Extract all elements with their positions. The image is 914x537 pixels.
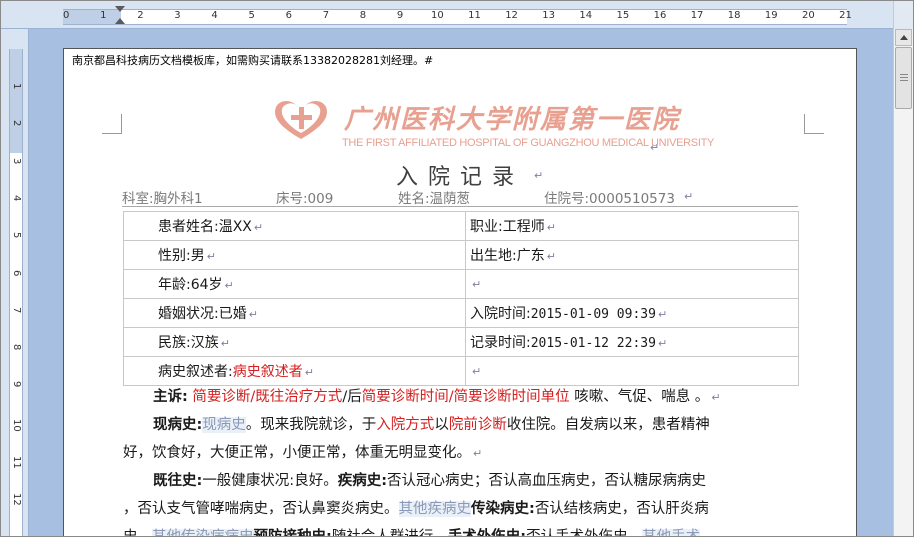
ruler-number-vertical: 4 xyxy=(11,194,22,202)
paragraph-mark: ↵ xyxy=(650,141,660,154)
table-cell[interactable]: ↵ xyxy=(465,269,799,299)
present-illness-field: 现病史 xyxy=(202,417,246,433)
table-cell[interactable]: ↵ xyxy=(465,356,799,386)
ruler-number: 14 xyxy=(579,10,593,21)
table-cell[interactable]: 病史叙述者:病史叙述者 ↵ xyxy=(123,356,466,386)
table-cell[interactable]: 出生地:广东 ↵ xyxy=(465,240,799,270)
ruler-number: 10 xyxy=(431,10,444,21)
narrator-field: 病史叙述者 xyxy=(232,364,303,380)
table-row: 年龄:64岁 ↵ ↵ xyxy=(123,269,799,299)
table-cell[interactable]: 记录时间:2015-01-12 22:39 ↵ xyxy=(465,327,799,357)
paragraph-mark: ↵ xyxy=(684,190,694,203)
present-illness-line-2[interactable]: 好，饮食好，大便正常，小便正常，体重无明显变化。 ↵ xyxy=(123,439,803,468)
present-illness-line-1[interactable]: 现病史:现病史。现来我院就诊，于入院方式以院前诊断收住院。自发病以来，患者精神 xyxy=(123,411,803,439)
name-field[interactable]: 姓名:温荫葱 xyxy=(398,187,470,207)
bed-field[interactable]: 床号:009 xyxy=(276,187,333,207)
vertical-ruler[interactable]: 1 2 3 4 5 6 7 8 9 10 11 12 xyxy=(1,29,29,536)
ruler-number-vertical: 8 xyxy=(11,344,22,351)
ruler-number: 6 xyxy=(285,10,292,21)
other-infectious-field: 其他传染病病史 xyxy=(152,529,254,536)
document-page[interactable]: 南京都昌科技病历文档模板库，如需购买请联系13382028281刘经理。# 广州… xyxy=(63,48,857,536)
ruler-number-vertical: 6 xyxy=(11,269,22,276)
table-cell[interactable]: 入院时间:2015-01-09 09:39 ↵ xyxy=(465,298,799,328)
ruler-number: 4 xyxy=(211,10,218,21)
logo-chinese-name: 广州医科大学附属第一医院 xyxy=(344,105,681,135)
ruler-number-vertical: 11 xyxy=(11,456,22,469)
other-disease-field: 其他疾病史 xyxy=(398,501,471,517)
table-row: 病史叙述者:病史叙述者 ↵ ↵ xyxy=(123,356,799,386)
table-cell[interactable]: 民族:汉族 ↵ xyxy=(123,327,466,357)
ruler-number: 18 xyxy=(727,10,741,21)
ruler-number: 15 xyxy=(616,10,630,21)
scroll-up-button[interactable] xyxy=(895,29,912,46)
pre-diagnosis-field: 院前诊断 xyxy=(448,417,507,433)
ruler-number: 13 xyxy=(542,10,556,21)
table-row: 性别:男 ↵ 出生地:广东 ↵ xyxy=(123,240,799,270)
ruler-number: 20 xyxy=(802,10,815,21)
ruler-number: 3 xyxy=(174,10,181,21)
ruler-number: 7 xyxy=(322,10,330,21)
chief-field-diagnosis: 简要诊断/既往治疗方式 xyxy=(192,389,343,405)
table-row: 患者姓名:温XX ↵ 职业:工程师 ↵ xyxy=(123,211,799,241)
arrow-up-icon xyxy=(900,35,908,40)
ruler-corner xyxy=(893,1,913,29)
hanging-indent-marker[interactable] xyxy=(115,18,125,24)
paragraph-mark: ↵ xyxy=(534,169,544,182)
chief-complaint-paragraph[interactable]: 主诉: 简要诊断/既往治疗方式/后简要诊断时间/简要诊断时间单位 咳嗽、气促、喘… xyxy=(123,383,803,412)
past-history-line-2[interactable]: ，否认支气管哮喘病史，否认鼻窦炎病史。其他疾病史传染病史:否认结核病史，否认肝炎… xyxy=(123,495,803,523)
admission-no-field[interactable]: 住院号:0000510573 xyxy=(544,187,675,207)
margin-corner-top-left xyxy=(102,114,122,134)
ruler-number-vertical: 3 xyxy=(11,157,22,164)
table-cell[interactable]: 婚姻状况:已婚 ↵ xyxy=(123,298,466,328)
table-cell[interactable]: 职业:工程师 ↵ xyxy=(465,211,799,241)
ruler-number-vertical: 1 xyxy=(11,83,22,90)
ruler-number: 16 xyxy=(653,10,667,21)
table-cell[interactable]: 年龄:64岁 ↵ xyxy=(123,269,466,299)
dept-field[interactable]: 科室:胸外科1 xyxy=(122,187,203,207)
table-cell[interactable]: 患者姓名:温XX ↵ xyxy=(123,211,466,241)
ruler-number-vertical: 10 xyxy=(11,418,22,432)
patient-table: 患者姓名:温XX ↵ 职业:工程师 ↵ 性别:男 ↵ 出生地:广东 ↵ 年龄:64岁 ↵ … xyxy=(123,211,799,386)
ruler-number: 9 xyxy=(396,10,404,21)
horizontal-ruler[interactable]: 0 1 2 3 4 5 6 7 8 9 10 11 12 13 14 15 16 17 18 19 20 21 xyxy=(1,1,893,29)
table-row: 民族:汉族 ↵ 记录时间:2015-01-12 22:39 ↵ xyxy=(123,327,799,357)
ruler-number: 0 xyxy=(63,10,70,21)
ruler-number: 12 xyxy=(505,10,518,21)
ruler-number-vertical: 9 xyxy=(11,381,22,388)
ruler-number: 1 xyxy=(100,10,107,21)
past-history-line-1[interactable]: 既往史:一般健康状况:良好。疾病史:否认冠心病史；否认高血压病史，否认糖尿病病史 xyxy=(123,467,803,495)
admission-method-field: 入院方式 xyxy=(376,417,435,433)
ruler-number-vertical: 7 xyxy=(11,306,22,314)
ruler-number-vertical: 5 xyxy=(11,232,22,239)
ruler-number: 19 xyxy=(764,10,778,21)
ruler-number: 8 xyxy=(359,10,367,21)
ruler-number: 21 xyxy=(839,10,852,21)
ruler-number: 5 xyxy=(248,10,255,21)
table-cell[interactable]: 性别:男 ↵ xyxy=(123,240,466,270)
margin-corner-top-right xyxy=(804,114,824,134)
ruler-number-vertical: 12 xyxy=(11,493,22,507)
other-surgery-field: 其他手术 xyxy=(642,529,701,536)
document-window: 0 1 2 3 4 5 6 7 8 9 10 11 12 13 14 15 16 17 18 19 20 21 12345… xyxy=(0,0,914,537)
past-history-line-3[interactable]: 史。其他传染病病史预防接种史:随社会人群进行。手术外伤史:否认手术外伤史。其他手… xyxy=(123,523,803,536)
ruler-number-vertical: 2 xyxy=(11,120,22,127)
hospital-logo: 广州医科大学附属第一医院 THE FIRST AFFILIATED HOSPIT… xyxy=(270,97,714,153)
hospital-emblem-icon xyxy=(275,101,327,139)
ruler-number: 17 xyxy=(690,10,704,21)
ruler-number: 2 xyxy=(137,10,144,21)
scrollbar-thumb[interactable] xyxy=(895,47,912,109)
table-row: 婚姻状况:已婚 ↵ 入院时间:2015-01-09 09:39 ↵ xyxy=(123,298,799,328)
header-note: 南京都昌科技病历文档模板库，如需购买请联系13382028281刘经理。# xyxy=(72,54,434,67)
first-line-indent-marker[interactable] xyxy=(115,6,125,12)
vertical-scrollbar[interactable] xyxy=(893,29,913,536)
chief-field-time: 简要诊断时间/简要诊断时间单位 xyxy=(361,389,570,405)
ruler-number: 11 xyxy=(468,10,481,21)
